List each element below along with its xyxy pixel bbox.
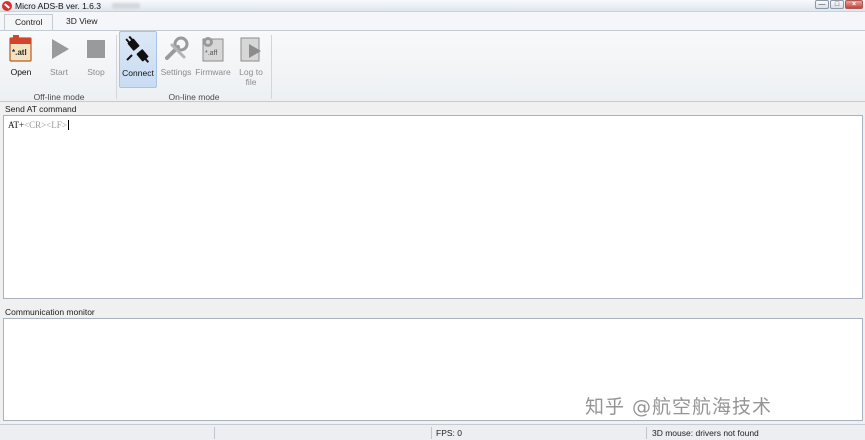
open-label: Open — [10, 67, 32, 77]
log-file-play-icon — [240, 37, 261, 62]
tab-control[interactable]: Control — [4, 14, 54, 30]
play-icon — [52, 39, 69, 59]
title-bar: Micro ADS-B ver. 1.6.3 — □ × — [0, 0, 865, 12]
close-button[interactable]: × — [845, 0, 863, 9]
status-divider — [214, 427, 215, 439]
title-blurred-text — [112, 3, 140, 9]
connect-label: Connect — [122, 68, 154, 78]
wrench-settings-icon — [165, 36, 189, 60]
watermark-text: 知乎 @航空航海技术 — [585, 396, 773, 418]
log-to-file-label-line1: Log to — [239, 67, 263, 77]
ribbon-panel: *.atl Open Start Stop Off-line mode Conn… — [0, 30, 865, 102]
atl-icon-label: *.atl — [12, 48, 27, 57]
status-bar: FPS: 0 3D mouse: drivers not found — [0, 424, 865, 440]
start-label: Start — [50, 67, 68, 77]
maximize-button[interactable]: □ — [830, 0, 844, 9]
ribbon-tabs: Control 3D View — [0, 12, 865, 30]
firmware-button[interactable]: *.aff Firmware — [194, 31, 232, 89]
status-divider — [646, 427, 647, 439]
text-caret — [67, 120, 69, 130]
firmware-label: Firmware — [195, 67, 231, 77]
at-command-prefix: AT+ — [8, 120, 25, 130]
at-command-suffix: <CR><LF> — [24, 120, 67, 130]
log-to-file-button[interactable]: Log to file — [233, 31, 269, 95]
aff-file-gear-icon: *.aff — [202, 37, 224, 62]
log-to-file-label: Log to file — [233, 67, 269, 87]
group-separator — [116, 35, 117, 99]
fps-status: FPS: 0 — [436, 428, 462, 438]
status-divider — [431, 427, 432, 439]
log-to-file-label-line2: file — [245, 77, 257, 87]
start-button[interactable]: Start — [41, 31, 77, 89]
window-title: Micro ADS-B ver. 1.6.3 — [15, 1, 101, 11]
group-separator — [271, 35, 272, 99]
at-command-input[interactable]: AT+<CR><LF> — [3, 115, 863, 299]
offline-group-label: Off-line mode — [33, 92, 85, 102]
send-at-command-header: Send AT command — [0, 103, 865, 115]
communication-monitor-header: Communication monitor — [0, 306, 865, 318]
app-icon — [2, 1, 12, 11]
settings-label: Settings — [160, 67, 192, 77]
close-icon: × — [851, 1, 857, 8]
online-group-label: On-line mode — [168, 92, 220, 102]
at-command-text: AT+<CR><LF> — [8, 120, 69, 130]
maximize-icon: □ — [834, 1, 840, 8]
open-button[interactable]: *.atl Open — [3, 31, 39, 89]
stop-label: Stop — [87, 67, 105, 77]
aff-icon-label: *.aff — [205, 50, 217, 57]
mouse-status: 3D mouse: drivers not found — [652, 428, 759, 438]
plug-connect-icon — [125, 36, 150, 63]
stop-button[interactable]: Stop — [78, 31, 114, 89]
stop-icon — [87, 40, 105, 58]
settings-button[interactable]: Settings — [158, 31, 194, 89]
window-controls: — □ × — [814, 0, 863, 11]
connect-button[interactable]: Connect — [119, 31, 157, 88]
tab-3d-view[interactable]: 3D View — [56, 14, 108, 30]
atl-file-icon: *.atl — [9, 35, 32, 62]
minimize-button[interactable]: — — [815, 0, 829, 9]
minimize-icon: — — [818, 1, 826, 8]
